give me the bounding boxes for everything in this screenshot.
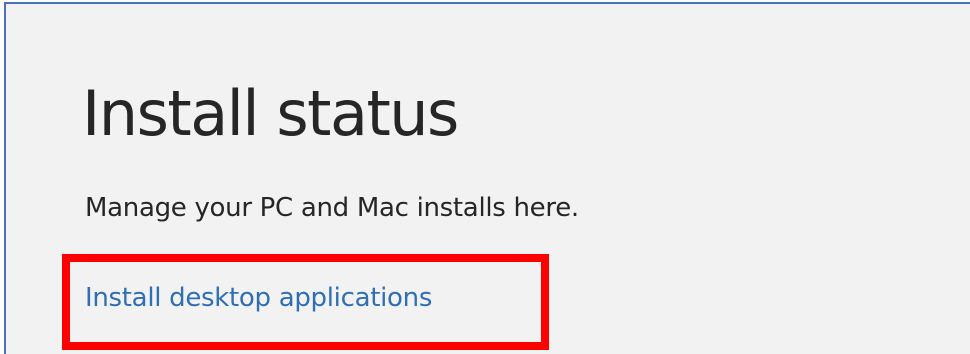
- page-title: Install status: [82, 77, 459, 150]
- install-status-description: Manage your PC and Mac installs here.: [85, 193, 579, 223]
- install-desktop-applications-link[interactable]: Install desktop applications: [85, 279, 432, 317]
